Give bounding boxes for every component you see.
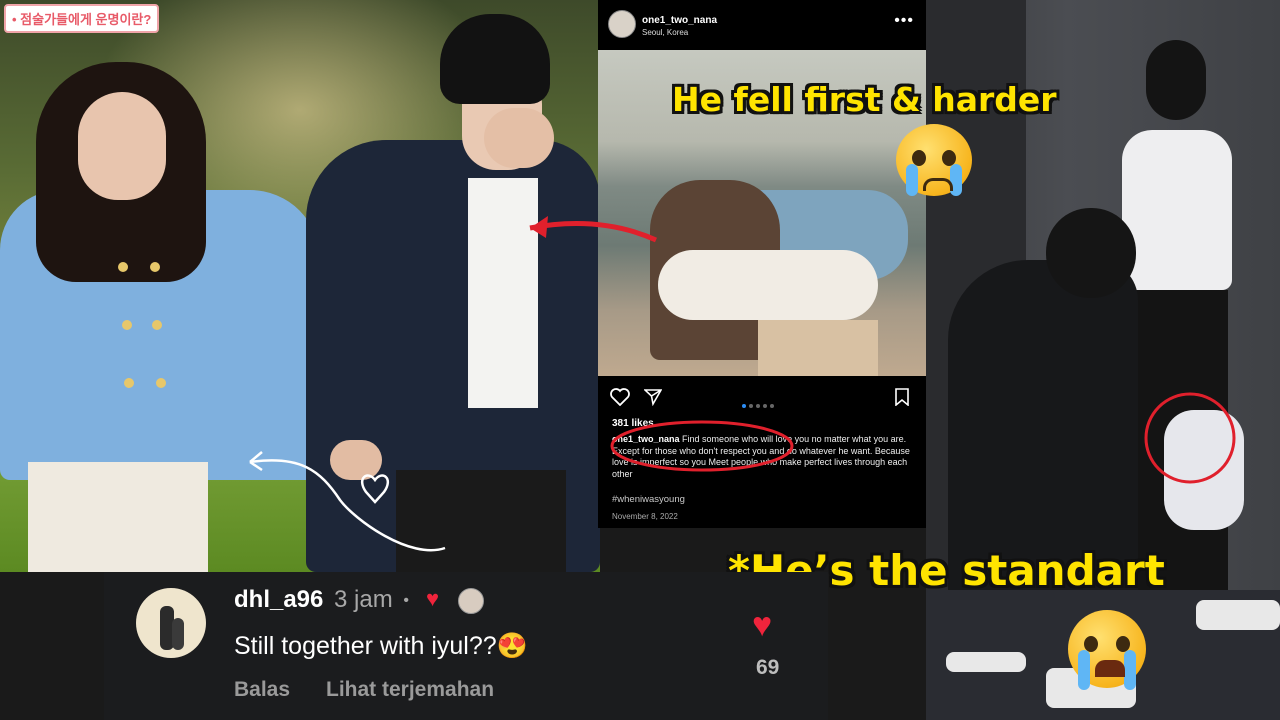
comment-time-text: 3 jam bbox=[334, 586, 393, 613]
red-circle-hand bbox=[1144, 392, 1236, 484]
comment-time: 3 jam • bbox=[334, 586, 409, 614]
white-heart-doodle bbox=[360, 474, 390, 504]
comment-text: Still together with iyul??😍 bbox=[234, 632, 528, 660]
red-arrow bbox=[529, 221, 658, 243]
avatar[interactable] bbox=[136, 588, 206, 658]
creator-avatar bbox=[458, 588, 484, 614]
comment-time-separator: • bbox=[403, 591, 409, 609]
white-doodle-arrow bbox=[249, 459, 446, 552]
creator-heart-icon: ♥ bbox=[426, 586, 440, 611]
red-arrowhead bbox=[530, 216, 548, 238]
comment-username[interactable]: dhl_a96 bbox=[234, 586, 323, 614]
comment-like-count: 69 bbox=[756, 656, 780, 679]
comment-card: dhl_a96 3 jam • ♥ Still together with iy… bbox=[104, 572, 828, 720]
loudly-crying-face-icon bbox=[1068, 610, 1146, 690]
crying-face-icon bbox=[896, 124, 972, 196]
reply-button[interactable]: Balas bbox=[234, 678, 290, 702]
translate-button[interactable]: Lihat terjemahan bbox=[326, 678, 494, 702]
like-heart-icon[interactable]: ♥ bbox=[752, 606, 772, 645]
red-circle-caption bbox=[610, 420, 794, 472]
overlay-caption-top: He fell first & harder bbox=[672, 80, 1057, 119]
